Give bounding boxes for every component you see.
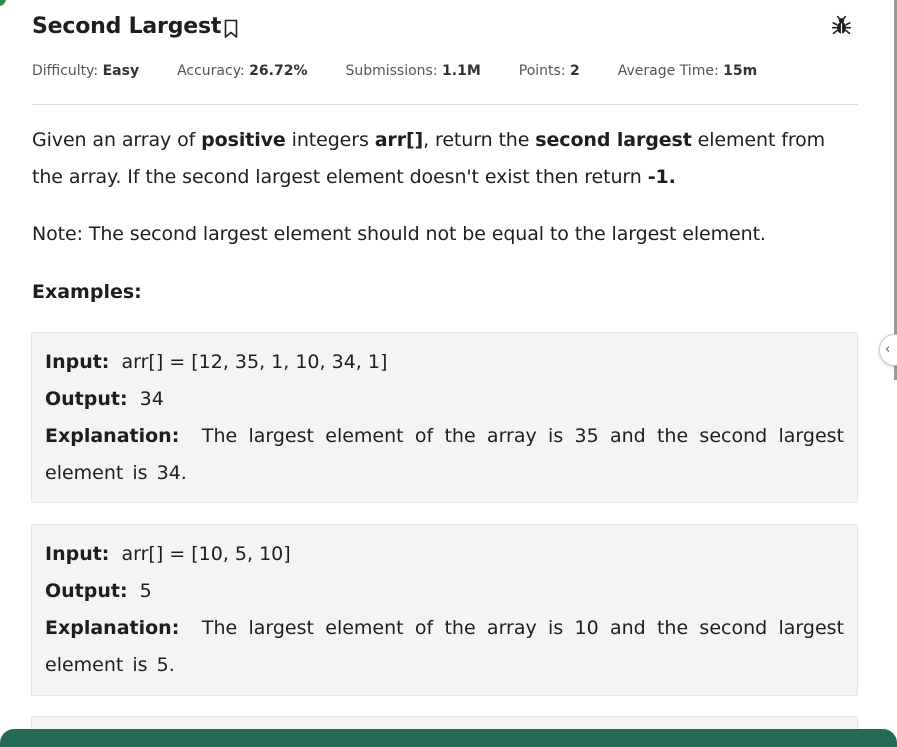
example-explanation: Explanation: The largest element of the …	[45, 617, 844, 676]
meta-average-time: Average Time: 15m	[617, 63, 758, 79]
problem-header: Second Largest	[32, 12, 858, 52]
examples-heading: Examples:	[32, 281, 142, 303]
chevron-left-icon: ‹	[885, 342, 891, 357]
example-input: Input: arr[] = [10, 5, 10]	[45, 543, 291, 565]
example-output: Output: 5	[45, 580, 152, 602]
header-divider	[32, 104, 858, 105]
problem-meta: Difficulty: Easy Accuracy: 26.72% Submis…	[32, 63, 795, 79]
bottom-action-bar	[0, 729, 897, 747]
meta-points: Points: 2	[518, 63, 580, 79]
bug-icon[interactable]	[831, 15, 852, 36]
bookmark-icon[interactable]	[224, 19, 238, 39]
problem-description: Given an array of positive integers arr[…	[32, 129, 826, 188]
meta-difficulty: Difficulty: Easy	[32, 63, 140, 79]
title-row: Second Largest	[32, 14, 238, 39]
example-output: Output: 34	[45, 388, 164, 410]
example-explanation: Explanation: The largest element of the …	[45, 425, 844, 484]
example-block: Input: arr[] = [10, 5, 10] Output: 5 Exp…	[31, 524, 858, 696]
corner-accent	[0, 0, 6, 6]
example-block: Input: arr[] = [12, 35, 1, 10, 34, 1] Ou…	[31, 332, 858, 503]
meta-accuracy: Accuracy: 26.72%	[177, 63, 308, 79]
meta-submissions: Submissions: 1.1M	[345, 63, 481, 79]
collapse-panel-button[interactable]: ‹	[879, 334, 897, 366]
problem-title: Second Largest	[32, 14, 222, 39]
problem-note: Note: The second largest element should …	[32, 223, 766, 245]
example-input: Input: arr[] = [12, 35, 1, 10, 34, 1]	[45, 351, 388, 373]
problem-page: ‹ Second Largest Difficulty: Easy Accura…	[0, 0, 897, 747]
